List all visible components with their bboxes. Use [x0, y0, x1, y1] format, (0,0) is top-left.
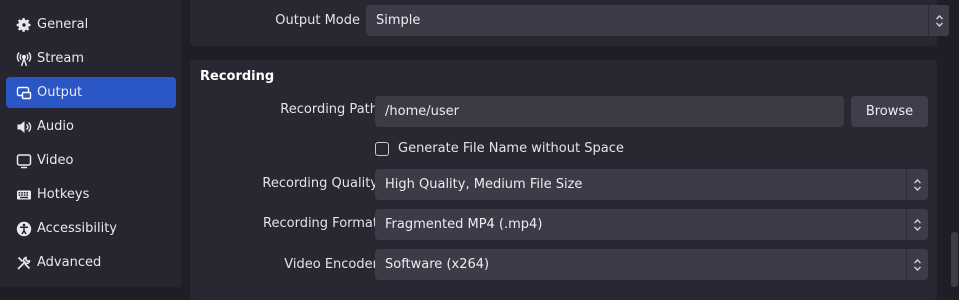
generate-filename-checkbox[interactable]	[375, 141, 389, 156]
sidebar-item-accessibility[interactable]: Accessibility	[6, 213, 176, 244]
chevron-updown-icon	[906, 169, 928, 200]
sidebar-item-advanced[interactable]: Advanced	[6, 247, 176, 278]
output-mode-value: Simple	[376, 13, 421, 28]
scrollbar-thumb[interactable]	[951, 232, 958, 287]
settings-sidebar: General Stream Output Audio Video Hotkey…	[0, 0, 181, 287]
output-mode-panel: Output Mode Simple	[190, 0, 950, 46]
sidebar-item-label: Stream	[37, 51, 85, 66]
vertical-scrollbar[interactable]	[949, 0, 959, 287]
output-icon	[16, 85, 32, 101]
monitor-icon	[16, 153, 32, 169]
sidebar-item-audio[interactable]: Audio	[6, 111, 176, 142]
recording-quality-label: Recording Quality	[262, 176, 378, 191]
broadcast-icon	[16, 51, 32, 67]
sidebar-item-stream[interactable]: Stream	[6, 43, 176, 74]
sidebar-item-label: Video	[37, 153, 74, 168]
video-encoder-value: Software (x264)	[385, 257, 490, 272]
sidebar-item-output[interactable]: Output	[6, 77, 176, 108]
recording-quality-select[interactable]: High Quality, Medium File Size	[375, 169, 928, 200]
recording-format-select[interactable]: Fragmented MP4 (.mp4)	[375, 209, 928, 240]
speaker-icon	[16, 119, 32, 135]
chevron-updown-icon	[928, 5, 950, 36]
settings-main: Output Mode Simple Recording Recording P…	[181, 0, 959, 300]
sidebar-item-general[interactable]: General	[6, 9, 176, 40]
recording-section-title: Recording	[200, 69, 275, 84]
sidebar-item-label: Accessibility	[37, 221, 117, 236]
sidebar-item-video[interactable]: Video	[6, 145, 176, 176]
video-encoder-label: Video Encoder	[284, 257, 378, 272]
keyboard-icon	[16, 187, 32, 203]
output-mode-select[interactable]: Simple	[366, 5, 950, 36]
sidebar-item-label: General	[37, 17, 89, 32]
gear-icon	[16, 17, 32, 33]
generate-filename-option[interactable]: Generate File Name without Space	[375, 141, 624, 156]
recording-path-label: Recording Path	[280, 102, 378, 117]
recording-quality-value: High Quality, Medium File Size	[385, 177, 583, 192]
chevron-updown-icon	[906, 209, 928, 240]
recording-section: Recording Recording Path /home/user Brow…	[190, 60, 937, 300]
accessibility-icon	[16, 221, 32, 237]
sidebar-item-label: Hotkeys	[37, 187, 90, 202]
video-encoder-select[interactable]: Software (x264)	[375, 249, 928, 280]
chevron-updown-icon	[906, 249, 928, 280]
generate-filename-label: Generate File Name without Space	[398, 141, 624, 156]
browse-button[interactable]: Browse	[851, 96, 928, 127]
output-mode-label: Output Mode	[275, 13, 360, 28]
sidebar-item-label: Output	[37, 85, 83, 100]
tools-icon	[16, 255, 32, 271]
recording-format-label: Recording Format	[263, 216, 378, 231]
sidebar-item-label: Audio	[37, 119, 74, 134]
sidebar-item-label: Advanced	[37, 255, 102, 270]
recording-path-input[interactable]: /home/user	[375, 96, 844, 127]
sidebar-item-hotkeys[interactable]: Hotkeys	[6, 179, 176, 210]
recording-path-value: /home/user	[385, 104, 459, 119]
recording-format-value: Fragmented MP4 (.mp4)	[385, 217, 543, 232]
